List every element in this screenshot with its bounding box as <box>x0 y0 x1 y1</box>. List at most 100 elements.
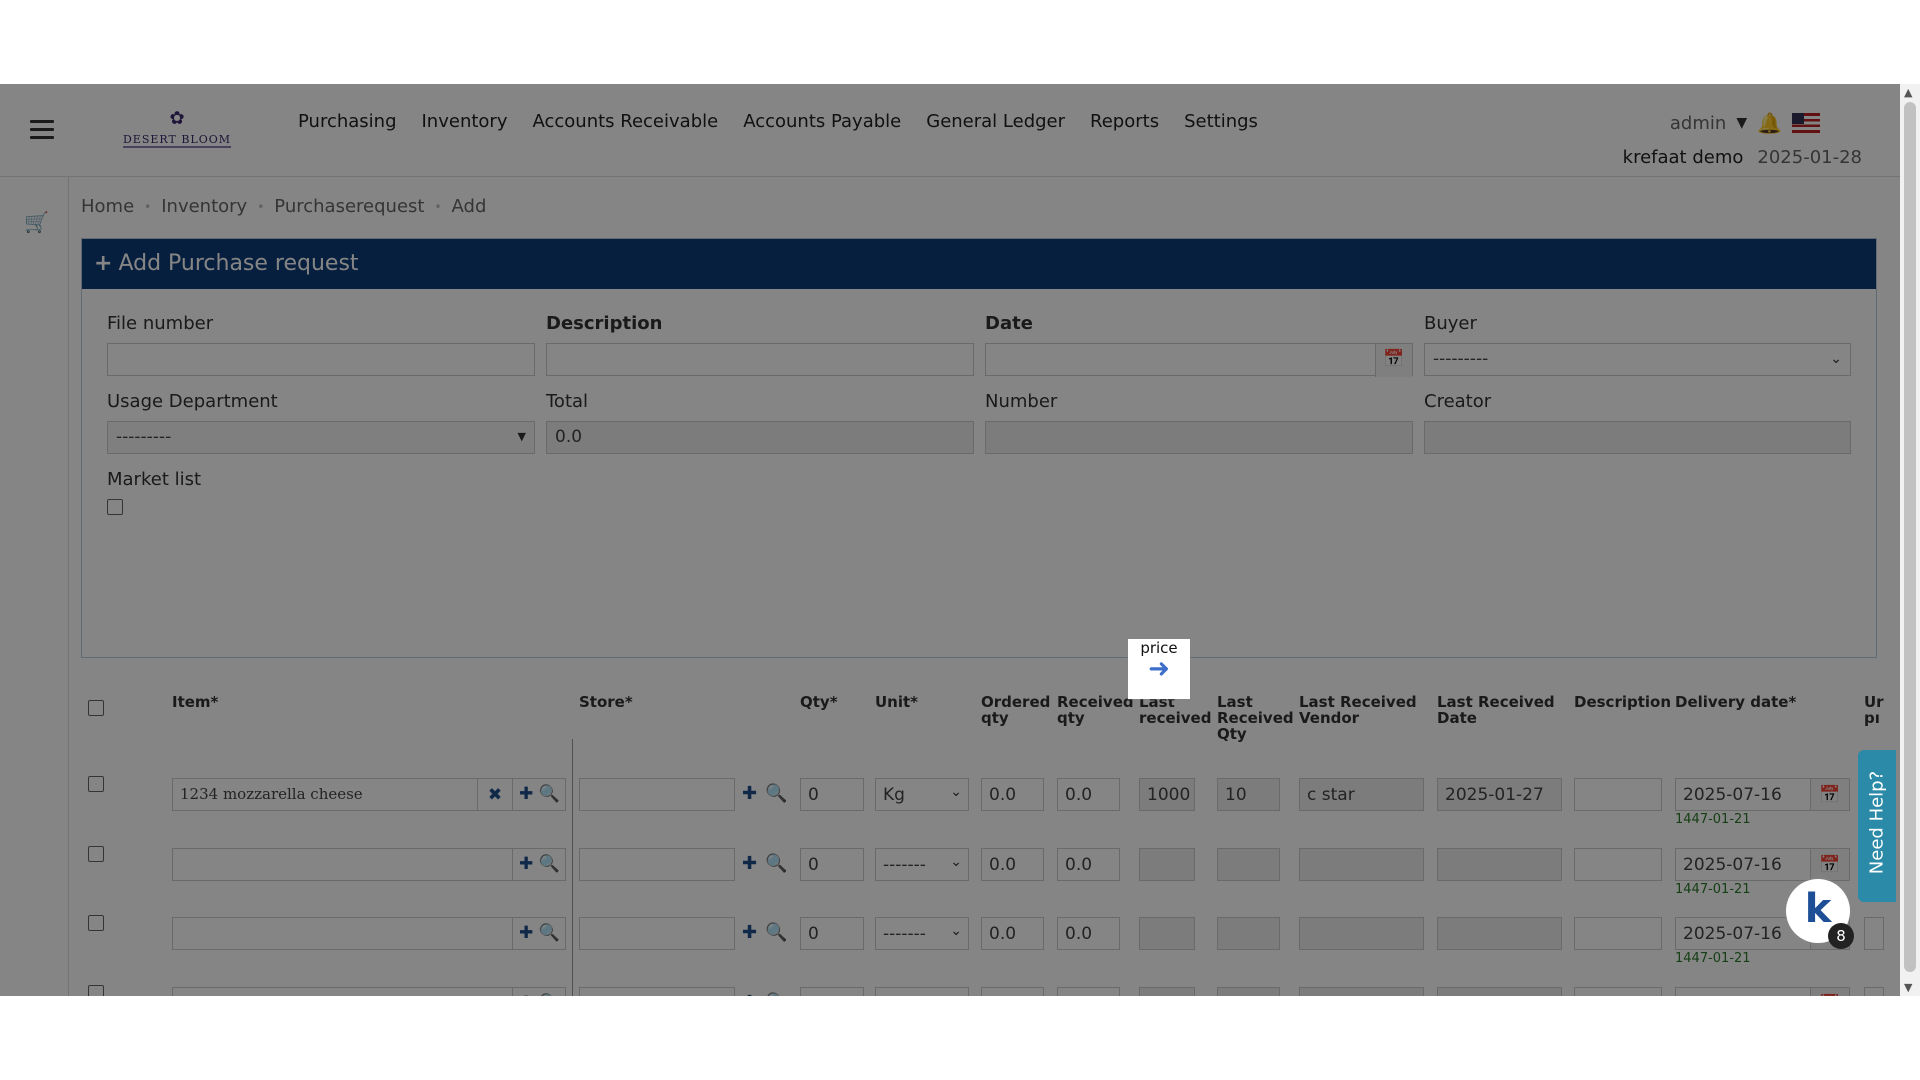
breadcrumb-purchaserequest[interactable]: Purchaserequest <box>274 196 424 217</box>
clear-item-button[interactable]: ✖ <box>477 778 513 811</box>
row-description-input[interactable] <box>1574 848 1662 881</box>
row-checkbox[interactable] <box>88 985 104 996</box>
delivery-date-input[interactable]: 2025-07-16 <box>1675 987 1811 996</box>
ordered-qty-input: 0.0 <box>981 848 1044 881</box>
select-all-checkbox[interactable] <box>88 700 104 716</box>
cart-icon[interactable]: 🛒 <box>24 210 49 234</box>
add-item-icon[interactable]: ✚ <box>519 923 533 943</box>
last-received-price <box>1139 917 1195 950</box>
bell-icon[interactable]: 🔔 <box>1757 111 1782 135</box>
calendar-icon[interactable]: 📅 <box>1375 344 1412 377</box>
panel-header: + Add Purchase request <box>82 239 1876 289</box>
total-label: Total <box>546 391 589 412</box>
extra-input[interactable] <box>1864 917 1884 950</box>
company-logo[interactable]: ✿ DESERT BLOOM <box>106 110 248 150</box>
unit-select[interactable]: -------⌄ <box>875 848 969 881</box>
nav-accounts-payable[interactable]: Accounts Payable <box>743 111 901 132</box>
user-menu: admin ▼ 🔔 <box>1670 111 1820 135</box>
qty-input[interactable]: 0 <box>800 848 864 881</box>
usage-department-label: Usage Department <box>107 391 278 412</box>
chevron-down-icon: ⌄ <box>950 854 962 870</box>
row-description-input[interactable] <box>1574 917 1662 950</box>
row-checkbox[interactable] <box>88 846 104 862</box>
chat-widget-button[interactable]: k 8 <box>1786 879 1854 949</box>
extra-input[interactable] <box>1864 987 1884 996</box>
search-icon[interactable]: 🔍 <box>539 854 560 874</box>
date-input[interactable]: 📅 <box>985 343 1413 377</box>
us-flag-icon[interactable] <box>1792 113 1820 133</box>
search-icon[interactable]: 🔍 <box>765 848 787 881</box>
search-icon[interactable]: 🔍 <box>539 923 560 943</box>
description-input[interactable] <box>546 343 974 376</box>
add-store-icon[interactable]: ✚ <box>742 987 757 996</box>
store-input[interactable] <box>579 848 735 881</box>
nav-general-ledger[interactable]: General Ledger <box>926 111 1065 132</box>
scrollbar-thumb[interactable] <box>1904 102 1916 972</box>
buyer-select[interactable]: --------- ⌄ <box>1424 343 1851 376</box>
add-store-icon[interactable]: ✚ <box>742 778 757 811</box>
row-checkbox[interactable] <box>88 776 104 792</box>
chevron-down-icon: ⌄ <box>1830 351 1842 367</box>
item-input[interactable] <box>172 987 513 996</box>
scroll-down-icon[interactable]: ▼ <box>1904 981 1912 994</box>
creator-input <box>1424 421 1851 454</box>
nav-settings[interactable]: Settings <box>1184 111 1258 132</box>
triangle-down-icon: ▼ <box>517 430 526 443</box>
store-input[interactable] <box>579 917 735 950</box>
qty-input[interactable]: 0 <box>800 778 864 811</box>
market-list-checkbox[interactable] <box>107 499 123 515</box>
item-input[interactable] <box>172 848 513 881</box>
add-item-icon[interactable]: ✚ <box>519 784 533 804</box>
nav-reports[interactable]: Reports <box>1090 111 1159 132</box>
scroll-up-icon[interactable]: ▲ <box>1904 86 1912 99</box>
unit-select[interactable]: Kg ⌄ <box>875 778 969 811</box>
store-input[interactable] <box>579 987 735 996</box>
close-icon: ✖ <box>487 785 503 805</box>
store-input[interactable] <box>579 778 735 811</box>
nav-accounts-receivable[interactable]: Accounts Receivable <box>532 111 718 132</box>
search-icon[interactable]: 🔍 <box>765 917 787 950</box>
item-input[interactable]: 1234 mozzarella cheese <box>172 778 478 811</box>
file-number-input[interactable] <box>107 343 535 376</box>
row-description-input[interactable] <box>1574 987 1662 996</box>
breadcrumb-home[interactable]: Home <box>81 196 134 217</box>
search-icon[interactable]: 🔍 <box>539 784 560 804</box>
row-checkbox[interactable] <box>88 915 104 931</box>
add-store-icon[interactable]: ✚ <box>742 848 757 881</box>
buyer-group: Buyer --------- ⌄ <box>1424 313 1851 376</box>
last-received-vendor <box>1299 848 1424 881</box>
nav-inventory[interactable]: Inventory <box>422 111 508 132</box>
item-actions: ✚ 🔍 <box>512 848 566 881</box>
hamburger-menu-icon[interactable] <box>30 120 54 139</box>
qty-input[interactable]: 0 <box>800 987 864 996</box>
usage-department-select[interactable]: --------- ▼ <box>107 421 535 454</box>
search-icon[interactable]: 🔍 <box>765 987 787 996</box>
number-label: Number <box>985 391 1058 412</box>
user-name[interactable]: admin <box>1670 113 1726 134</box>
chevron-down-icon[interactable]: ▼ <box>1736 115 1747 131</box>
breadcrumb-inventory[interactable]: Inventory <box>161 196 247 217</box>
delivery-calendar-button[interactable]: 📅 <box>1810 987 1850 996</box>
unit-select[interactable]: -------⌄ <box>875 987 969 996</box>
qty-input[interactable]: 0 <box>800 917 864 950</box>
nav-purchasing[interactable]: Purchasing <box>298 111 397 132</box>
unit-select[interactable]: -------⌄ <box>875 917 969 950</box>
add-store-icon[interactable]: ✚ <box>742 917 757 950</box>
row-description-input[interactable] <box>1574 778 1662 811</box>
col-header-description: Description <box>1574 693 1672 711</box>
search-icon[interactable]: 🔍 <box>765 778 787 811</box>
add-item-icon[interactable]: ✚ <box>519 854 533 874</box>
add-item-icon[interactable]: ✚ <box>519 993 533 996</box>
buyer-label: Buyer <box>1424 313 1477 334</box>
item-input[interactable] <box>172 917 513 950</box>
delivery-calendar-button[interactable]: 📅 <box>1810 848 1850 881</box>
flower-logo-icon: ✿ <box>169 108 185 129</box>
delivery-date-input[interactable]: 2025-07-16 <box>1675 848 1811 881</box>
delivery-calendar-button[interactable]: 📅 <box>1810 778 1850 811</box>
need-help-button[interactable]: Need Help? <box>1858 750 1896 902</box>
delivery-date-input[interactable]: 2025-07-16 <box>1675 778 1811 811</box>
page-scrollbar[interactable]: ▲ ▼ <box>1900 84 1920 996</box>
number-group: Number <box>985 391 1413 454</box>
sidebar: 🛒 <box>0 177 69 996</box>
search-icon[interactable]: 🔍 <box>539 993 560 996</box>
